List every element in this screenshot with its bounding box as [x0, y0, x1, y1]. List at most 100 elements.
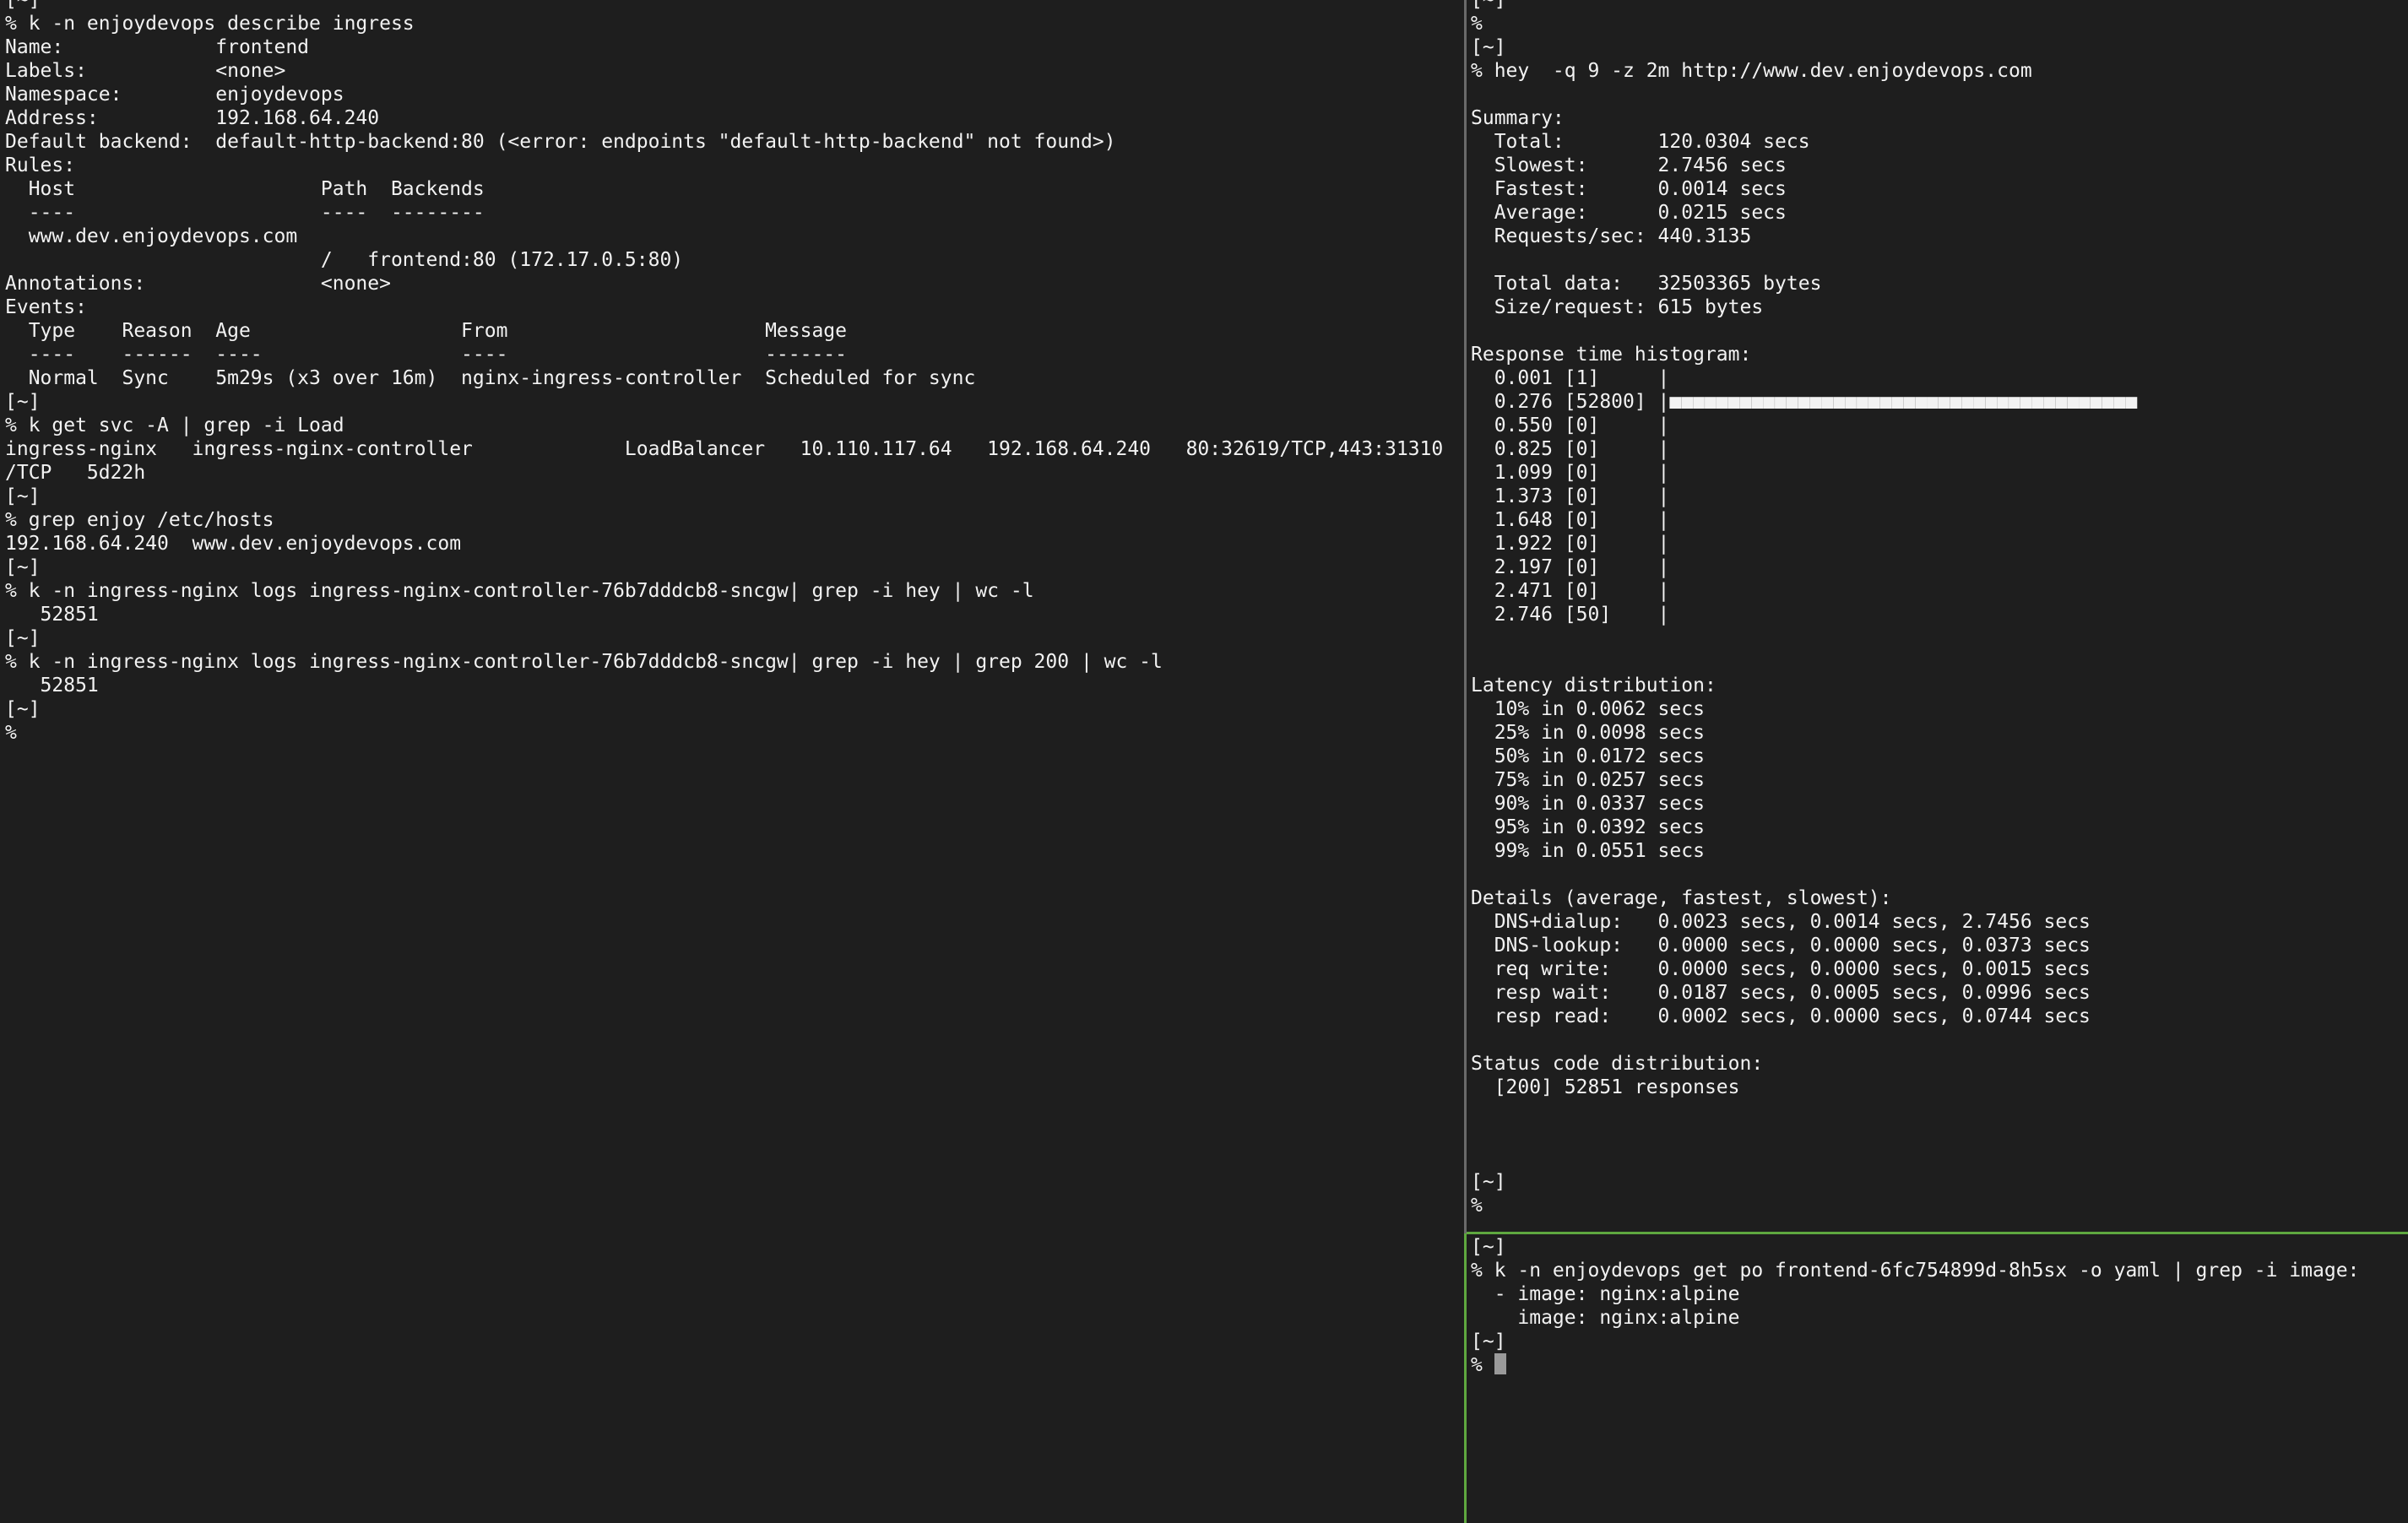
terminal-line: 25% in 0.0098 secs	[1471, 722, 1705, 744]
terminal-line: % k get svc -A | grep -i Load	[5, 415, 344, 436]
terminal-line: [~]	[5, 0, 41, 11]
terminal-line: Rules:	[5, 154, 76, 176]
prompt-symbol: %	[1471, 1354, 1494, 1376]
terminal-line: [~]	[5, 698, 41, 720]
terminal-line: Latency distribution:	[1471, 675, 1717, 696]
terminal-line: Total data: 32503365 bytes	[1471, 273, 1822, 295]
active-prompt-line[interactable]: %	[1467, 1353, 2408, 1377]
terminal-line: 1.373 [0] |	[1471, 485, 1670, 507]
terminal-line: Normal Sync 5m29s (x3 over 16m) nginx-in…	[5, 367, 976, 389]
terminal-line: %	[5, 722, 17, 744]
terminal-pane-right-top[interactable]: [~]% [~]% hey -q 9 -z 2m http://www.dev.e…	[1467, 0, 2408, 1232]
terminal-line: req write: 0.0000 secs, 0.0000 secs, 0.0…	[1471, 958, 2091, 980]
terminal-line: Annotations: <none>	[5, 273, 391, 295]
terminal-line: % k -n ingress-nginx logs ingress-nginx-…	[5, 651, 1163, 673]
terminal-line: 0.550 [0] |	[1471, 415, 1670, 436]
terminal-line: [~]	[1471, 1236, 1506, 1258]
terminal-line: resp read: 0.0002 secs, 0.0000 secs, 0.0…	[1471, 1005, 2091, 1027]
terminal-line: %	[1471, 13, 1483, 35]
terminal-line: 52851	[5, 675, 99, 696]
text-cursor[interactable]	[1494, 1353, 1506, 1374]
pane-divider-vertical-active[interactable]	[1464, 1233, 1467, 1523]
terminal-line: 10% in 0.0062 secs	[1471, 698, 1705, 720]
terminal-output-right-top: [~]% [~]% hey -q 9 -z 2m http://www.dev.e…	[1467, 0, 2408, 1217]
terminal-line: Slowest: 2.7456 secs	[1471, 154, 1787, 176]
terminal-line: 2.197 [0] |	[1471, 556, 1670, 578]
terminal-line: 0.276 [52800] |■■■■■■■■■■■■■■■■■■■■■■■■■…	[1471, 391, 2138, 413]
pane-divider-horizontal[interactable]	[1467, 1232, 2408, 1234]
terminal-line: % k -n enjoydevops get po frontend-6fc75…	[1471, 1260, 2360, 1282]
terminal-line: 2.746 [50] |	[1471, 604, 1670, 626]
terminal-line: 99% in 0.0551 secs	[1471, 840, 1705, 862]
terminal-window: [~]% k -n enjoydevops describe ingress Na…	[0, 0, 2408, 1523]
terminal-line: Type Reason Age From Message	[5, 320, 847, 342]
terminal-line: Details (average, fastest, slowest):	[1471, 887, 1892, 909]
terminal-line: 1.099 [0] |	[1471, 462, 1670, 484]
terminal-line: Total: 120.0304 secs	[1471, 131, 1810, 153]
terminal-line: 75% in 0.0257 secs	[1471, 769, 1705, 791]
terminal-line: [~]	[1471, 36, 1506, 58]
terminal-line: image: nginx:alpine	[1471, 1307, 1740, 1329]
terminal-line: %	[1471, 1195, 1483, 1217]
terminal-line: Labels: <none>	[5, 60, 286, 82]
terminal-line: ---- ------ ---- ---- -------	[5, 344, 847, 366]
terminal-line: 95% in 0.0392 secs	[1471, 816, 1705, 838]
terminal-line: Default backend: default-http-backend:80…	[5, 131, 1116, 153]
terminal-line: - image: nginx:alpine	[1471, 1283, 1740, 1305]
terminal-line: 1.922 [0] |	[1471, 533, 1670, 555]
terminal-line: Fastest: 0.0014 secs	[1471, 178, 1787, 200]
terminal-line: [~]	[5, 485, 41, 507]
terminal-line: 90% in 0.0337 secs	[1471, 793, 1705, 815]
terminal-line: 50% in 0.0172 secs	[1471, 745, 1705, 767]
terminal-line: Host Path Backends	[5, 178, 485, 200]
terminal-line: 0.001 [1] |	[1471, 367, 1670, 389]
terminal-pane-right-bottom[interactable]: [~]% k -n enjoydevops get po frontend-6f…	[1467, 1235, 2408, 1523]
terminal-line: [~]	[1471, 1171, 1506, 1193]
terminal-line: [~]	[5, 627, 41, 649]
terminal-line: % k -n enjoydevops describe ingress	[5, 13, 415, 35]
terminal-line: [~]	[5, 391, 41, 413]
terminal-line: www.dev.enjoydevops.com	[5, 225, 298, 247]
terminal-line: ingress-nginx ingress-nginx-controller L…	[5, 438, 1444, 460]
terminal-line: Address: 192.168.64.240	[5, 107, 380, 129]
terminal-line: 192.168.64.240 www.dev.enjoydevops.com	[5, 533, 462, 555]
terminal-line: [200] 52851 responses	[1471, 1076, 1740, 1098]
terminal-line: 2.471 [0] |	[1471, 580, 1670, 602]
terminal-line: Requests/sec: 440.3135	[1471, 225, 1752, 247]
terminal-line: Name: frontend	[5, 36, 310, 58]
terminal-line: DNS+dialup: 0.0023 secs, 0.0014 secs, 2.…	[1471, 911, 2091, 933]
terminal-line: [~]	[5, 556, 41, 578]
terminal-line: /TCP 5d22h	[5, 462, 146, 484]
terminal-line: % k -n ingress-nginx logs ingress-nginx-…	[5, 580, 1034, 602]
terminal-line: % hey -q 9 -z 2m http://www.dev.enjoydev…	[1471, 60, 2032, 82]
terminal-line: ---- ---- --------	[5, 202, 485, 224]
terminal-line: DNS-lookup: 0.0000 secs, 0.0000 secs, 0.…	[1471, 935, 2091, 957]
terminal-pane-left[interactable]: [~]% k -n enjoydevops describe ingress Na…	[0, 0, 1464, 1523]
terminal-line: / frontend:80 (172.17.0.5:80)	[5, 249, 684, 271]
terminal-output-right-bottom: [~]% k -n enjoydevops get po frontend-6f…	[1467, 1235, 2408, 1353]
terminal-line: [~]	[1471, 0, 1506, 11]
terminal-line: 1.648 [0] |	[1471, 509, 1670, 531]
terminal-line: Response time histogram:	[1471, 344, 1752, 366]
terminal-line: [~]	[1471, 1331, 1506, 1352]
terminal-line: Summary:	[1471, 107, 1565, 129]
terminal-line: Size/request: 615 bytes	[1471, 296, 1764, 318]
terminal-line: 0.825 [0] |	[1471, 438, 1670, 460]
terminal-line: 52851	[5, 604, 99, 626]
terminal-output-left: [~]% k -n enjoydevops describe ingress Na…	[0, 0, 1464, 745]
terminal-line: resp wait: 0.0187 secs, 0.0005 secs, 0.0…	[1471, 982, 2091, 1004]
terminal-line: % grep enjoy /etc/hosts	[5, 509, 274, 531]
terminal-line: Average: 0.0215 secs	[1471, 202, 1787, 224]
terminal-line: Status code distribution:	[1471, 1053, 1764, 1075]
terminal-line: Namespace: enjoydevops	[5, 84, 344, 106]
terminal-line: Events:	[5, 296, 87, 318]
